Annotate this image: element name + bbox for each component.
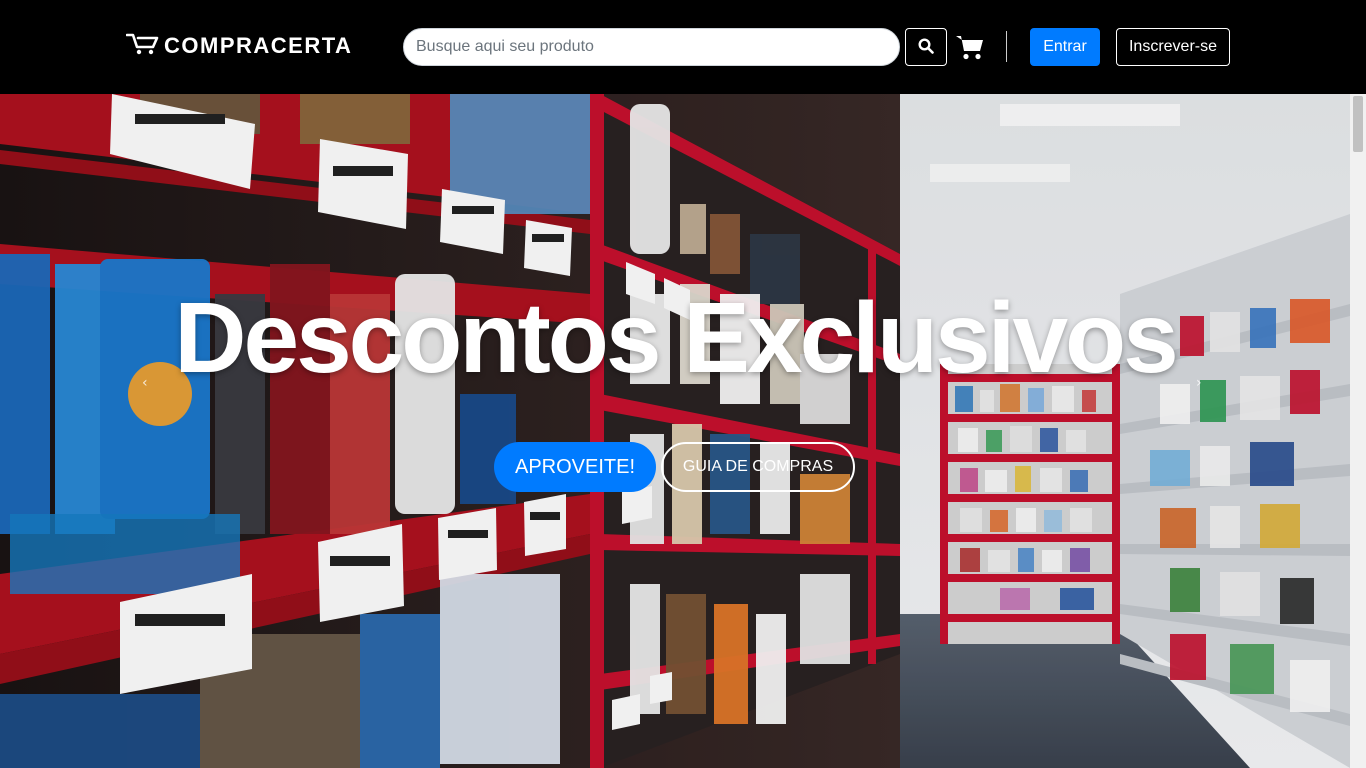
hero-title: Descontos Exclusivos — [174, 282, 1179, 394]
navbar: COMPRACERTA Entrar Inscrever-se — [0, 0, 1366, 94]
guia-de-compras-button[interactable]: GUIA DE COMPRAS — [661, 442, 855, 492]
search-input[interactable] — [403, 28, 900, 66]
brand-link[interactable]: COMPRACERTA — [125, 31, 353, 62]
hero-background-image — [0, 94, 1350, 768]
shopping-cart-icon[interactable] — [955, 33, 985, 61]
signup-button[interactable]: Inscrever-se — [1116, 28, 1230, 66]
cart-logo-icon — [125, 31, 160, 62]
scrollbar-thumb[interactable] — [1353, 96, 1363, 152]
search-icon — [918, 37, 934, 57]
brand-name: COMPRACERTA — [164, 33, 353, 58]
page-scrollbar[interactable] — [1350, 94, 1366, 768]
login-button[interactable]: Entrar — [1030, 28, 1100, 66]
hero-carousel: ‹ › Descontos Exclusivos APROVEITE! GUIA… — [0, 94, 1350, 768]
aproveite-button[interactable]: APROVEITE! — [494, 442, 656, 492]
navbar-divider — [1006, 31, 1007, 62]
search-button[interactable] — [905, 28, 947, 66]
